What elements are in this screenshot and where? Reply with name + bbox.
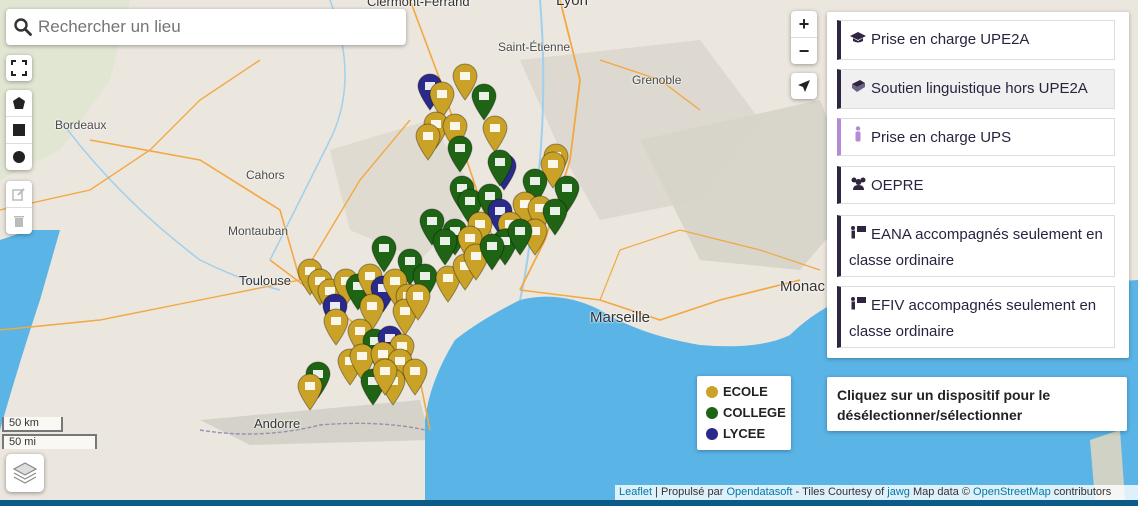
teacher-board-icon <box>849 293 867 319</box>
college-marker[interactable] <box>447 135 473 173</box>
attribution-text: | Propulsé par <box>652 486 727 498</box>
legend-label: COLLEGE <box>723 405 786 420</box>
person-icon <box>849 125 867 151</box>
dispositif-upe2a[interactable]: Prise en charge UPE2A <box>837 20 1115 60</box>
dispositif-soutien[interactable]: Soutien linguistique hors UPE2A <box>837 69 1115 109</box>
dispositif-label: OEPRE <box>871 177 924 194</box>
ecole-marker[interactable] <box>415 123 441 161</box>
ecole-marker[interactable] <box>402 358 428 396</box>
leaflet-link[interactable]: Leaflet <box>619 486 652 498</box>
trash-icon[interactable] <box>6 208 32 234</box>
page-footer-bar <box>0 500 1138 506</box>
legend-label: LYCEE <box>723 426 766 441</box>
zoom-out-button[interactable]: − <box>791 38 817 64</box>
attribution-text: Map data © <box>909 486 974 498</box>
legend: ECOLE COLLEGE LYCEE <box>697 376 791 450</box>
ecole-marker[interactable] <box>482 115 508 153</box>
legend-label: ECOLE <box>723 384 768 399</box>
attribution-text: - Tiles Courtesy of <box>792 486 888 498</box>
zoom-control: + − <box>791 11 817 64</box>
fullscreen-icon[interactable] <box>6 55 32 81</box>
ecole-marker[interactable] <box>297 373 323 411</box>
graduation-cap-icon <box>849 27 867 53</box>
college-dot-icon <box>706 406 718 419</box>
search-input[interactable] <box>36 16 380 38</box>
legend-item-ecole: ECOLE <box>697 381 791 402</box>
users-icon <box>849 173 867 199</box>
dispositif-label: Soutien linguistique hors UPE2A <box>871 80 1088 97</box>
lycee-dot-icon <box>706 427 718 440</box>
dispositif-label: EANA accompagnés seulement en classe ord… <box>849 226 1103 269</box>
book-icon <box>849 76 867 102</box>
locate-arrow-icon[interactable] <box>791 73 817 99</box>
college-marker[interactable] <box>432 228 458 266</box>
osm-link[interactable]: OpenStreetMap <box>973 486 1051 498</box>
dispositif-ups[interactable]: Prise en charge UPS <box>837 118 1115 156</box>
draw-toolbar <box>6 90 32 170</box>
edit-toolbar <box>6 181 32 234</box>
draw-circle-icon[interactable] <box>6 144 32 170</box>
dispositif-label: Prise en charge UPS <box>871 129 1012 146</box>
zoom-in-button[interactable]: + <box>791 11 817 38</box>
dispositif-label: Prise en charge UPE2A <box>871 31 1030 48</box>
draw-rectangle-icon[interactable] <box>6 117 32 144</box>
search-box[interactable] <box>6 9 406 45</box>
attribution: Leaflet | Propulsé par Opendatasoft - Ti… <box>615 485 1138 500</box>
jawg-link[interactable]: jawg <box>887 486 910 498</box>
opendatasoft-link[interactable]: Opendatasoft <box>726 486 792 498</box>
edit-icon[interactable] <box>6 181 32 208</box>
hint-text: Cliquez sur un dispositif pour le déséle… <box>827 377 1127 431</box>
dispositif-eana[interactable]: EANA accompagnés seulement en classe ord… <box>837 215 1115 277</box>
locate-control[interactable] <box>791 73 817 99</box>
dispositif-label: EFIV accompagnés seulement en classe ord… <box>849 297 1097 340</box>
dispositif-efiv[interactable]: EFIV accompagnés seulement en classe ord… <box>837 286 1115 348</box>
legend-item-college: COLLEGE <box>697 402 791 423</box>
dispositifs-panel: Prise en charge UPE2A Soutien linguistiq… <box>827 12 1129 358</box>
ecole-dot-icon <box>706 385 718 398</box>
scale-km: 50 km <box>2 417 63 432</box>
legend-item-lycee: LYCEE <box>697 423 791 444</box>
teacher-board-icon <box>849 222 867 248</box>
attribution-text: contributors <box>1050 486 1112 498</box>
layers-button[interactable] <box>6 454 44 492</box>
fullscreen-control[interactable] <box>6 55 32 81</box>
layers-icon <box>12 462 38 484</box>
scale-mi: 50 mi <box>2 434 97 449</box>
ecole-marker[interactable] <box>323 308 349 346</box>
search-icon[interactable] <box>10 14 36 40</box>
college-marker[interactable] <box>471 83 497 121</box>
draw-polygon-icon[interactable] <box>6 90 32 117</box>
dispositif-oepre[interactable]: OEPRE <box>837 166 1115 204</box>
